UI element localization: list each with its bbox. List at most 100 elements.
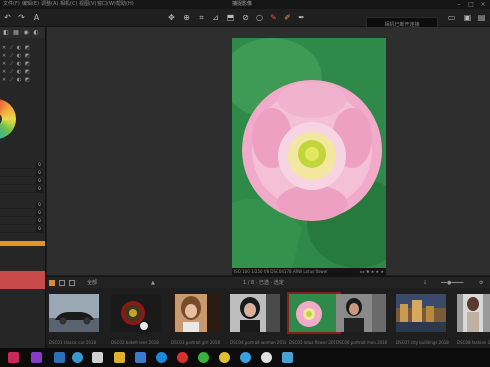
ie-icon[interactable] (72, 352, 83, 363)
import-icon[interactable]: ⇩ (423, 279, 427, 287)
info-icon[interactable] (261, 352, 272, 363)
thumbnail-caption: DSC04 portrait woman 2018 (230, 340, 286, 345)
main-photo-lotus[interactable] (232, 38, 386, 268)
thumbnail-fashion[interactable] (457, 294, 490, 332)
taskbar (0, 348, 490, 367)
clipping-warning (0, 271, 45, 289)
slider-value[interactable]: 0 (36, 186, 43, 192)
redo-icon[interactable]: ↷ (16, 12, 27, 23)
active-slider-highlight[interactable] (0, 241, 45, 246)
image-metadata: ISO 100 1/250 f/8 DSC04178.ARW Lotus flo… (234, 269, 328, 274)
zoom-slider[interactable]: ━━●━━━━ (441, 279, 463, 287)
workspace-icon[interactable]: ▭ (446, 12, 457, 23)
menu-view[interactable]: 视图(V) (79, 0, 96, 9)
adjust-slider[interactable]: 0 (0, 210, 45, 217)
adjust-slider[interactable]: 0 (0, 170, 45, 177)
selection-count: 1 / 8 · 已选 · 选定 (243, 280, 284, 286)
folder-icon[interactable] (114, 352, 125, 363)
settings-icon[interactable]: ⚙ (479, 279, 483, 287)
move-icon[interactable]: ✥ (166, 12, 177, 23)
menu-file[interactable]: 文件(F) (3, 0, 20, 9)
menu-adjust[interactable]: 调整(A) (41, 0, 58, 9)
collection-label[interactable]: 全部 (87, 279, 97, 287)
adjust-slider[interactable]: 0 (0, 162, 45, 169)
close-icon[interactable]: × (479, 1, 487, 8)
qq-icon[interactable] (240, 352, 251, 363)
thumbnail-caption: DSC06 portrait man 2018 (336, 340, 388, 345)
minimize-icon[interactable]: – (455, 1, 463, 8)
tool-row[interactable]: ✕ ⟋ ◐ ◩ (2, 69, 45, 75)
image-info-bar: ISO 100 1/250 f/8 DSC04178.ARW Lotus flo… (232, 268, 386, 276)
rating-icons[interactable]: ◂ ▸ ✱ ★ ★ ★ (360, 268, 384, 276)
slider-value[interactable]: 0 (36, 210, 43, 216)
camera-app-icon[interactable] (282, 352, 293, 363)
slider-value[interactable]: 0 (36, 226, 43, 232)
zoom-icon[interactable]: ⊕ (181, 12, 192, 23)
tool-row[interactable]: ✕ ⟋ ◐ ◩ (2, 77, 45, 83)
capture-tab-icon[interactable]: ◉ (22, 29, 30, 36)
list-view-icon[interactable] (59, 280, 65, 286)
menu-edit[interactable]: 编辑(E) (22, 0, 39, 9)
filmstrip: DSC01 classic car 2018 DSC02 bokeh lens … (47, 288, 490, 348)
thumbnail-portrait-man[interactable] (336, 294, 386, 332)
adjust-slider[interactable]: 0 (0, 186, 45, 193)
thumbnail-portrait-girl[interactable] (171, 294, 221, 332)
undo-icon[interactable]: ↶ (2, 12, 13, 23)
slider-value[interactable]: 0 (36, 218, 43, 224)
slider-value[interactable]: 0 (36, 170, 43, 176)
panel-icon[interactable]: ▤ (476, 12, 487, 23)
thumbnail-caption: DSC01 classic car 2018 (49, 340, 97, 345)
thumbnail-lotus-selected[interactable] (287, 292, 341, 334)
picker-icon[interactable]: ✒ (296, 12, 307, 23)
thumbnail-caption: DSC02 bokeh lens 2018 (111, 340, 159, 345)
layout-icon[interactable]: ▣ (462, 12, 473, 23)
adjust-slider[interactable]: 0 (0, 202, 45, 209)
mail-icon[interactable] (135, 352, 146, 363)
slider-value[interactable]: 0 (36, 178, 43, 184)
wechat-icon[interactable] (198, 352, 209, 363)
grid-view-icon[interactable] (49, 280, 55, 286)
thumbnail-bokeh[interactable] (111, 294, 161, 332)
crop-icon[interactable]: ⌗ (196, 12, 207, 23)
color-balance-wheel[interactable] (0, 99, 16, 139)
menu-bar: 文件(F) 编辑(E) 调整(A) 相机(C) 视图(V) 窗口(W) 帮助(H… (0, 0, 490, 9)
chrome-icon[interactable] (219, 352, 230, 363)
maximize-icon[interactable]: □ (467, 1, 475, 8)
ps-app-icon[interactable] (54, 352, 65, 363)
circle-icon[interactable]: ○ (254, 12, 265, 23)
slider-value[interactable]: 0 (36, 162, 43, 168)
adjust-slider[interactable]: 0 (0, 178, 45, 185)
menu-help[interactable]: 帮助(H) (116, 0, 134, 9)
menu-camera[interactable]: 相机(C) (60, 0, 77, 9)
spot-icon[interactable]: ⊘ (240, 12, 251, 23)
sort-icon[interactable]: ▲ (151, 279, 155, 287)
thumbnail-car[interactable] (49, 294, 99, 332)
ae-app-icon[interactable] (31, 352, 42, 363)
toolbar: ↶ ↷ A ✥ ⊕ ⌗ ⊿ ⬒ ⊘ ○ ✎ ✐ ✒ 相机已断开连接 ▭ ▣ ▤ (0, 9, 490, 33)
brush-icon[interactable]: ✎ (268, 12, 279, 23)
menu-window[interactable]: 窗口(W) (97, 0, 116, 9)
store-icon[interactable] (92, 352, 103, 363)
adjust-slider[interactable]: 0 (0, 218, 45, 225)
tool-panel: ◧ ▦ ◉ ◐ ✕ ⟋ ◐ ◩ ✕ ⟋ ◐ ◩ ✕ ⟋ ◐ ◩ ✕ ⟋ ◐ ◩ … (0, 27, 46, 348)
straighten-icon[interactable]: ⊿ (210, 12, 221, 23)
pr-app-icon[interactable] (8, 352, 19, 363)
tool-row[interactable]: ✕ ⟋ ◐ ◩ (2, 53, 45, 59)
keystone-icon[interactable]: ⬒ (225, 12, 236, 23)
camera-tab-icon[interactable]: ◧ (2, 29, 10, 36)
adjust-tab-icon[interactable]: ◐ (32, 29, 40, 36)
filmstrip-view-icon[interactable] (69, 280, 75, 286)
tool-row[interactable]: ✕ ⟋ ◐ ◩ (2, 45, 45, 51)
text-icon[interactable]: A (31, 12, 42, 23)
tool-row[interactable]: ✕ ⟋ ◐ ◩ (2, 61, 45, 67)
edge-icon[interactable] (156, 352, 167, 363)
thumbnail-portrait-woman[interactable] (230, 294, 280, 332)
thumbnail-caption: DSC07 city buildings 2018 (396, 340, 449, 345)
slider-value[interactable]: 0 (36, 202, 43, 208)
thumbnail-caption: DSC08 fashion 2018 (457, 340, 490, 345)
adjust-slider[interactable]: 0 (0, 226, 45, 233)
record-icon[interactable] (177, 352, 188, 363)
erase-icon[interactable]: ✐ (282, 12, 293, 23)
library-tab-icon[interactable]: ▦ (12, 29, 20, 36)
thumbnail-city[interactable] (396, 294, 446, 332)
